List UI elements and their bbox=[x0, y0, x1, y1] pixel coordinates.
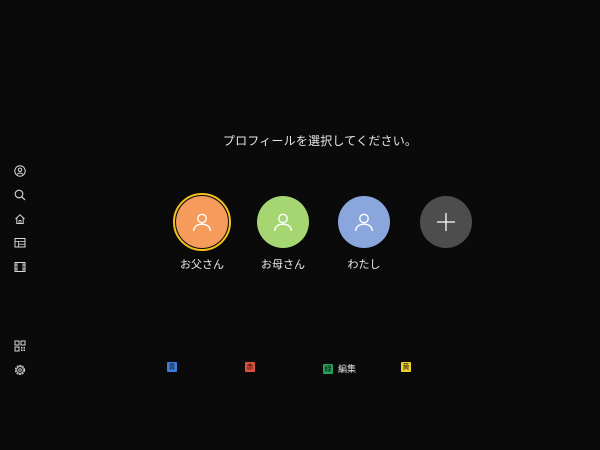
red-key[interactable]: 赤 bbox=[245, 362, 255, 372]
profile-icon[interactable] bbox=[12, 163, 28, 179]
avatar[interactable] bbox=[338, 196, 390, 248]
profile-card-me[interactable]: わたし bbox=[324, 196, 404, 272]
page-title: プロフィールを選択してください。 bbox=[222, 134, 418, 148]
profile-select-screen: プロフィールを選択してください。 お父さん お母さん わたし 青 赤 緑 編集 … bbox=[0, 0, 600, 450]
yellow-button-icon: 黄 bbox=[401, 362, 411, 372]
profile-name: お父さん bbox=[180, 258, 224, 271]
profile-card-father[interactable]: お父さん bbox=[162, 193, 242, 272]
add-profile-avatar[interactable] bbox=[420, 196, 472, 248]
green-button-icon: 緑 bbox=[323, 363, 333, 374]
blue-key[interactable]: 青 bbox=[167, 362, 177, 372]
profile-name: わたし bbox=[347, 258, 381, 271]
person-icon bbox=[354, 213, 374, 232]
edit-label: 編集 bbox=[338, 365, 357, 375]
plus-icon bbox=[437, 213, 455, 231]
blue-button-icon: 青 bbox=[167, 362, 177, 372]
yellow-key[interactable]: 黄 bbox=[401, 362, 411, 372]
qr-code-icon[interactable] bbox=[12, 338, 28, 354]
person-icon bbox=[192, 213, 212, 232]
green-key-edit[interactable]: 緑 編集 bbox=[323, 362, 356, 375]
add-profile-button[interactable] bbox=[406, 196, 486, 248]
profile-avatar-selected[interactable] bbox=[173, 193, 231, 251]
profile-card-mother[interactable]: お母さん bbox=[243, 196, 323, 272]
red-button-icon: 赤 bbox=[245, 362, 255, 372]
color-button-legend: 青 赤 緑 編集 黄 bbox=[0, 362, 600, 375]
profile-name: お母さん bbox=[261, 258, 305, 271]
person-icon bbox=[273, 213, 293, 232]
profile-list: お父さん お母さん わたし bbox=[0, 193, 600, 286]
avatar[interactable] bbox=[257, 196, 309, 248]
avatar bbox=[176, 196, 228, 248]
